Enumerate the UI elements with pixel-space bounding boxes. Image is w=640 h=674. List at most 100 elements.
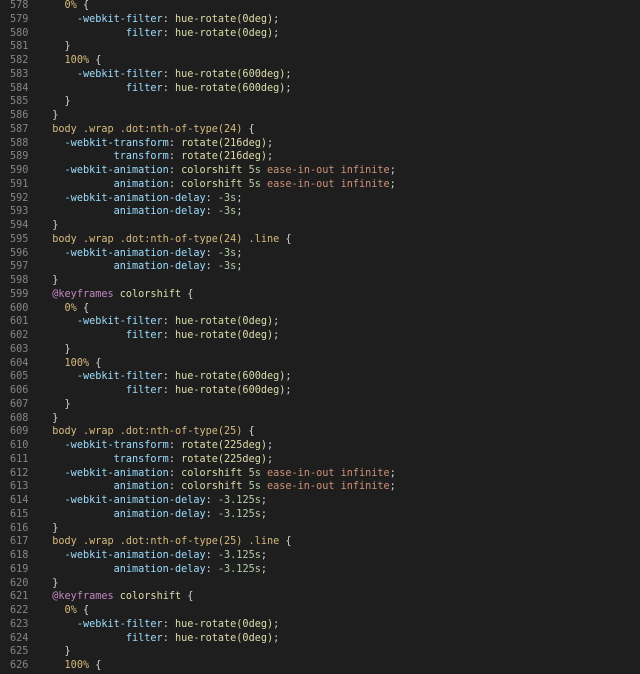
line-number: 610 xyxy=(10,440,29,451)
code-token: ; xyxy=(260,550,267,561)
code-token: @keyframes xyxy=(52,288,114,300)
code-line[interactable]: 600 0% { xyxy=(0,302,640,316)
code-line[interactable]: 597 animation-delay: -3s; xyxy=(0,260,640,274)
code-token: -3s xyxy=(217,206,237,218)
code-line[interactable]: 590 -webkit-animation: colorshift 5s eas… xyxy=(0,164,640,178)
code-token: body .wrap .dot:nth-of-type(25) xyxy=(52,426,243,438)
code-line[interactable]: 591 animation: colorshift 5s ease-in-out… xyxy=(0,178,640,192)
code-line[interactable]: 582 100% { xyxy=(0,54,640,68)
code-line[interactable]: 594 } xyxy=(0,219,640,233)
code-token: 100% xyxy=(64,660,90,671)
code-line[interactable]: 598 } xyxy=(0,274,640,288)
code-line[interactable]: 593 animation-delay: -3s; xyxy=(0,205,640,219)
code-line[interactable]: 585 } xyxy=(0,95,640,109)
code-line[interactable]: 584 filter: hue-rotate(600deg); xyxy=(0,82,640,96)
code-line[interactable]: 624 filter: hue-rotate(0deg); xyxy=(0,632,640,646)
line-number: 601 xyxy=(10,316,29,328)
line-number: 626 xyxy=(10,660,29,671)
code-token: transform xyxy=(113,453,169,465)
code-line[interactable]: 601 -webkit-filter: hue-rotate(0deg); xyxy=(0,315,640,329)
line-number: 584 xyxy=(10,82,29,94)
code-line[interactable]: 612 -webkit-animation: colorshift 5s eas… xyxy=(0,467,640,481)
code-line[interactable]: 615 animation-delay: -3.125s; xyxy=(0,508,640,522)
code-editor[interactable]: 578 0% {579 -webkit-filter: hue-rotate(0… xyxy=(0,0,640,674)
line-content: animation-delay: -3s; xyxy=(40,205,640,219)
code-token: hue-rotate(600deg) xyxy=(174,371,286,383)
code-line[interactable]: 606 filter: hue-rotate(600deg); xyxy=(0,384,640,398)
code-token: ; xyxy=(260,563,267,575)
line-content: -webkit-animation-delay: -3s; xyxy=(40,192,640,206)
line-number: 582 xyxy=(10,55,29,66)
line-content: animation: colorshift 5s ease-in-out inf… xyxy=(40,480,640,494)
code-line[interactable]: 604 100% { xyxy=(0,357,640,371)
code-line[interactable]: 592 -webkit-animation-delay: -3s; xyxy=(0,192,640,206)
code-line[interactable]: 616 } xyxy=(0,522,640,536)
line-number: 595 xyxy=(10,233,29,245)
code-line[interactable]: 618 -webkit-animation-delay: -3.125s; xyxy=(0,549,640,563)
code-token: ease-in-out infinite xyxy=(267,178,390,190)
code-token: 5s xyxy=(248,178,261,190)
code-line[interactable]: 605 -webkit-filter: hue-rotate(600deg); xyxy=(0,370,640,384)
line-number: 606 xyxy=(10,385,29,396)
code-token: } xyxy=(52,577,59,589)
line-number: 618 xyxy=(10,550,29,561)
code-line[interactable]: 603 } xyxy=(0,343,640,357)
code-line[interactable]: 586 } xyxy=(0,109,640,123)
line-content: 0% { xyxy=(40,604,640,618)
code-line[interactable]: 608 } xyxy=(0,412,640,426)
code-line[interactable]: 587 body .wrap .dot:nth-of-type(24) { xyxy=(0,123,640,137)
code-line[interactable]: 609 body .wrap .dot:nth-of-type(25) { xyxy=(0,425,640,439)
code-line[interactable]: 588 -webkit-transform: rotate(216deg); xyxy=(0,137,640,151)
line-content: 100% { xyxy=(40,54,640,68)
code-line[interactable]: 620 } xyxy=(0,577,640,591)
code-line[interactable]: 623 -webkit-filter: hue-rotate(0deg); xyxy=(0,618,640,632)
code-line[interactable]: 595 body .wrap .dot:nth-of-type(24) .lin… xyxy=(0,233,640,247)
code-line[interactable]: 617 body .wrap .dot:nth-of-type(25) .lin… xyxy=(0,535,640,549)
line-content: transform: rotate(225deg); xyxy=(40,453,640,467)
line-number: 580 xyxy=(10,27,29,39)
code-token: hue-rotate(600deg) xyxy=(174,385,286,396)
code-token: ; xyxy=(260,508,267,520)
line-number: 622 xyxy=(10,605,29,616)
code-line[interactable]: 614 -webkit-animation-delay: -3.125s; xyxy=(0,494,640,508)
code-line[interactable]: 580 filter: hue-rotate(0deg); xyxy=(0,27,640,41)
code-line[interactable]: 583 -webkit-filter: hue-rotate(600deg); xyxy=(0,68,640,82)
code-token: hue-rotate(0deg) xyxy=(174,27,274,39)
code-line[interactable]: 602 filter: hue-rotate(0deg); xyxy=(0,329,640,343)
code-line[interactable]: 625 } xyxy=(0,645,640,659)
code-line[interactable]: 589 transform: rotate(216deg); xyxy=(0,150,640,164)
code-token: { xyxy=(181,288,194,300)
line-content: animation-delay: -3s; xyxy=(40,260,640,274)
code-token: animation-delay xyxy=(113,206,206,218)
line-content: filter: hue-rotate(0deg); xyxy=(40,329,640,343)
code-token: } xyxy=(52,275,59,286)
code-line[interactable]: 613 animation: colorshift 5s ease-in-out… xyxy=(0,480,640,494)
code-line[interactable]: 610 -webkit-transform: rotate(225deg); xyxy=(0,439,640,453)
code-line[interactable]: 578 0% { xyxy=(0,0,640,13)
code-token: ; xyxy=(389,165,396,176)
code-line[interactable]: 626 100% { xyxy=(0,659,640,673)
line-number: 581 xyxy=(10,41,29,53)
code-token: -3s xyxy=(217,247,237,259)
code-line[interactable]: 596 -webkit-animation-delay: -3s; xyxy=(0,247,640,261)
code-line[interactable]: 622 0% { xyxy=(0,604,640,618)
code-line[interactable]: 581 } xyxy=(0,40,640,54)
code-token: { xyxy=(76,302,90,314)
code-line[interactable]: 621 @keyframes colorshift { xyxy=(0,590,640,604)
code-line[interactable]: 611 transform: rotate(225deg); xyxy=(0,453,640,467)
code-line[interactable]: 607 } xyxy=(0,398,640,412)
code-line[interactable]: 619 animation-delay: -3.125s; xyxy=(0,563,640,577)
code-line[interactable]: 599 @keyframes colorshift { xyxy=(0,288,640,302)
code-line[interactable]: 579 -webkit-filter: hue-rotate(0deg); xyxy=(0,13,640,27)
code-token: : xyxy=(168,178,182,190)
line-content: } xyxy=(40,645,640,659)
